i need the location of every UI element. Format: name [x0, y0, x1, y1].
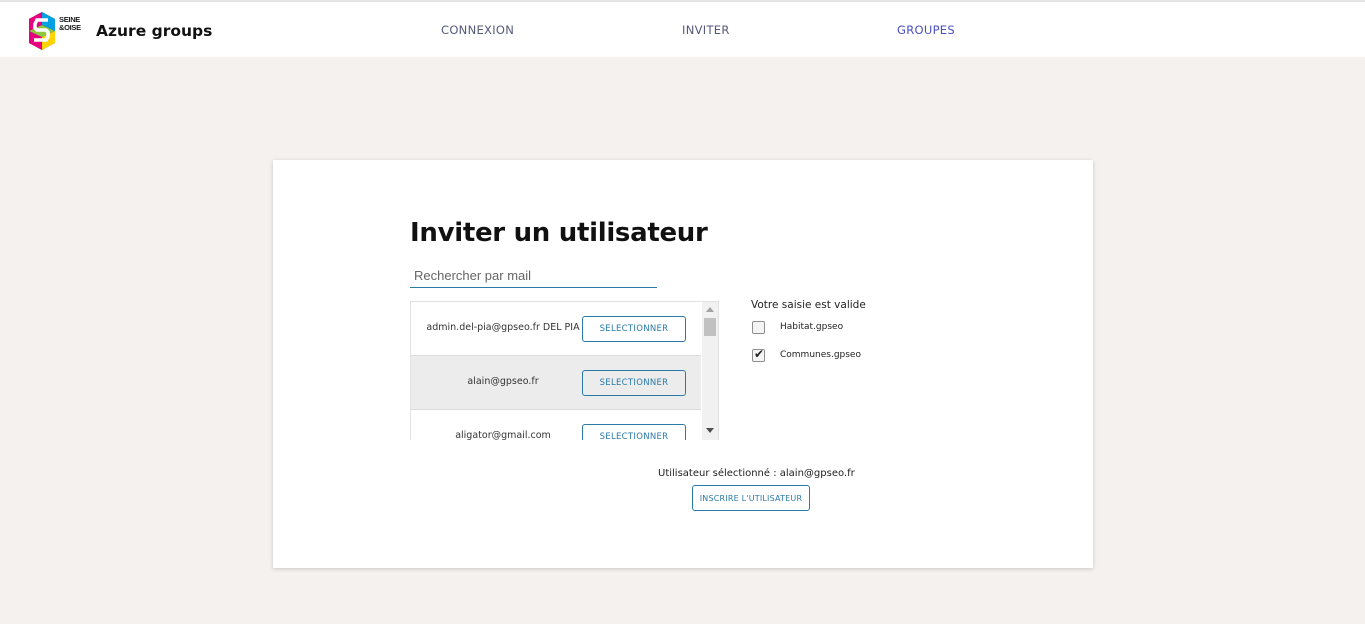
- scroll-up-arrow-icon[interactable]: [706, 307, 714, 312]
- nav-inviter[interactable]: INVITER: [682, 23, 730, 37]
- register-user-button[interactable]: INSCRIRE L'UTILISATEUR: [692, 485, 810, 511]
- search-input[interactable]: [410, 263, 657, 288]
- group-label: Communes.gpseo: [780, 350, 861, 360]
- selected-user-text: Utilisateur sélectionné : alain@gpseo.fr: [658, 468, 855, 479]
- user-list[interactable]: admin.del-pia@gpseo.fr DEL PIA SELECTION…: [410, 301, 719, 440]
- group-label: Habitat.gpseo: [780, 322, 844, 332]
- select-user-button[interactable]: SELECTIONNER: [582, 370, 686, 396]
- group-checkbox[interactable]: [752, 321, 765, 334]
- group-checkbox[interactable]: ✔: [752, 347, 765, 362]
- list-item: admin.del-pia@gpseo.fr DEL PIA SELECTION…: [411, 302, 701, 356]
- list-scrollbar[interactable]: [702, 302, 718, 440]
- app-title: Azure groups: [96, 22, 213, 40]
- user-email: alain@gpseo.fr: [467, 376, 539, 387]
- user-email: admin.del-pia@gpseo.fr DEL PIA: [426, 322, 580, 333]
- list-item: aligator@gmail.com SELECTIONNER: [411, 410, 701, 440]
- top-navbar: SEINE &OISE Azure groups CONNEXION INVIT…: [0, 0, 1365, 57]
- validation-message: Votre saisie est valide: [751, 299, 866, 311]
- list-item: alain@gpseo.fr SELECTIONNER: [411, 356, 701, 410]
- scroll-thumb[interactable]: [704, 318, 716, 336]
- invite-card: Inviter un utilisateur admin.del-pia@gps…: [273, 160, 1093, 568]
- logo-text: SEINE &OISE: [59, 15, 81, 32]
- checkmark-icon: ✔: [754, 347, 765, 361]
- nav-groupes[interactable]: GROUPES: [897, 23, 955, 37]
- scroll-down-arrow-icon[interactable]: [706, 428, 714, 433]
- nav-connexion[interactable]: CONNEXION: [441, 23, 514, 37]
- page-title: Inviter un utilisateur: [410, 218, 708, 248]
- select-user-button[interactable]: SELECTIONNER: [582, 316, 686, 342]
- user-email: aligator@gmail.com: [455, 430, 551, 440]
- select-user-button[interactable]: SELECTIONNER: [582, 424, 686, 440]
